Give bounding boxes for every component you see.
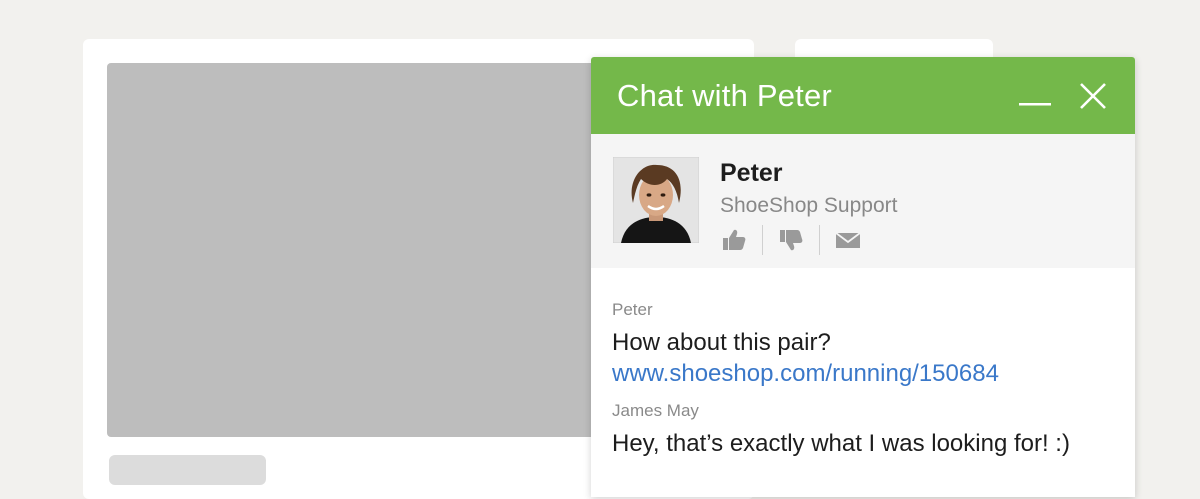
close-icon[interactable] bbox=[1075, 78, 1111, 114]
envelope-icon[interactable] bbox=[834, 226, 862, 254]
thumbs-down-icon[interactable] bbox=[777, 226, 805, 254]
agent-panel: Peter ShoeShop Support bbox=[591, 134, 1135, 268]
message: James May Hey, that’s exactly what I was… bbox=[612, 401, 1135, 459]
agent-actions bbox=[720, 225, 897, 255]
message: Peter How about this pair? www.shoeshop.… bbox=[612, 300, 1135, 389]
chat-window: Chat with Peter Peter ShoeShop Support P… bbox=[591, 57, 1135, 497]
chat-window-controls bbox=[1017, 78, 1111, 114]
message-list: Peter How about this pair? www.shoeshop.… bbox=[591, 268, 1135, 459]
action-divider bbox=[819, 225, 820, 255]
message-link[interactable]: www.shoeshop.com/running/150684 bbox=[612, 358, 1135, 389]
agent-name: Peter bbox=[720, 159, 783, 187]
message-text: Hey, that’s exactly what I was looking f… bbox=[612, 430, 1070, 457]
chat-header: Chat with Peter bbox=[591, 57, 1135, 134]
product-image-placeholder bbox=[107, 63, 667, 437]
agent-role: ShoeShop Support bbox=[720, 194, 898, 217]
message-text: How about this pair? bbox=[612, 329, 831, 356]
agent-info: Peter ShoeShop Support bbox=[720, 159, 897, 255]
message-author: Peter bbox=[612, 300, 653, 319]
message-author: James May bbox=[612, 401, 699, 420]
thumbs-up-icon[interactable] bbox=[720, 226, 748, 254]
minimize-icon[interactable] bbox=[1017, 78, 1053, 114]
chat-title: Chat with Peter bbox=[617, 77, 832, 113]
avatar bbox=[613, 157, 699, 243]
product-label-placeholder bbox=[109, 455, 266, 485]
action-divider bbox=[762, 225, 763, 255]
